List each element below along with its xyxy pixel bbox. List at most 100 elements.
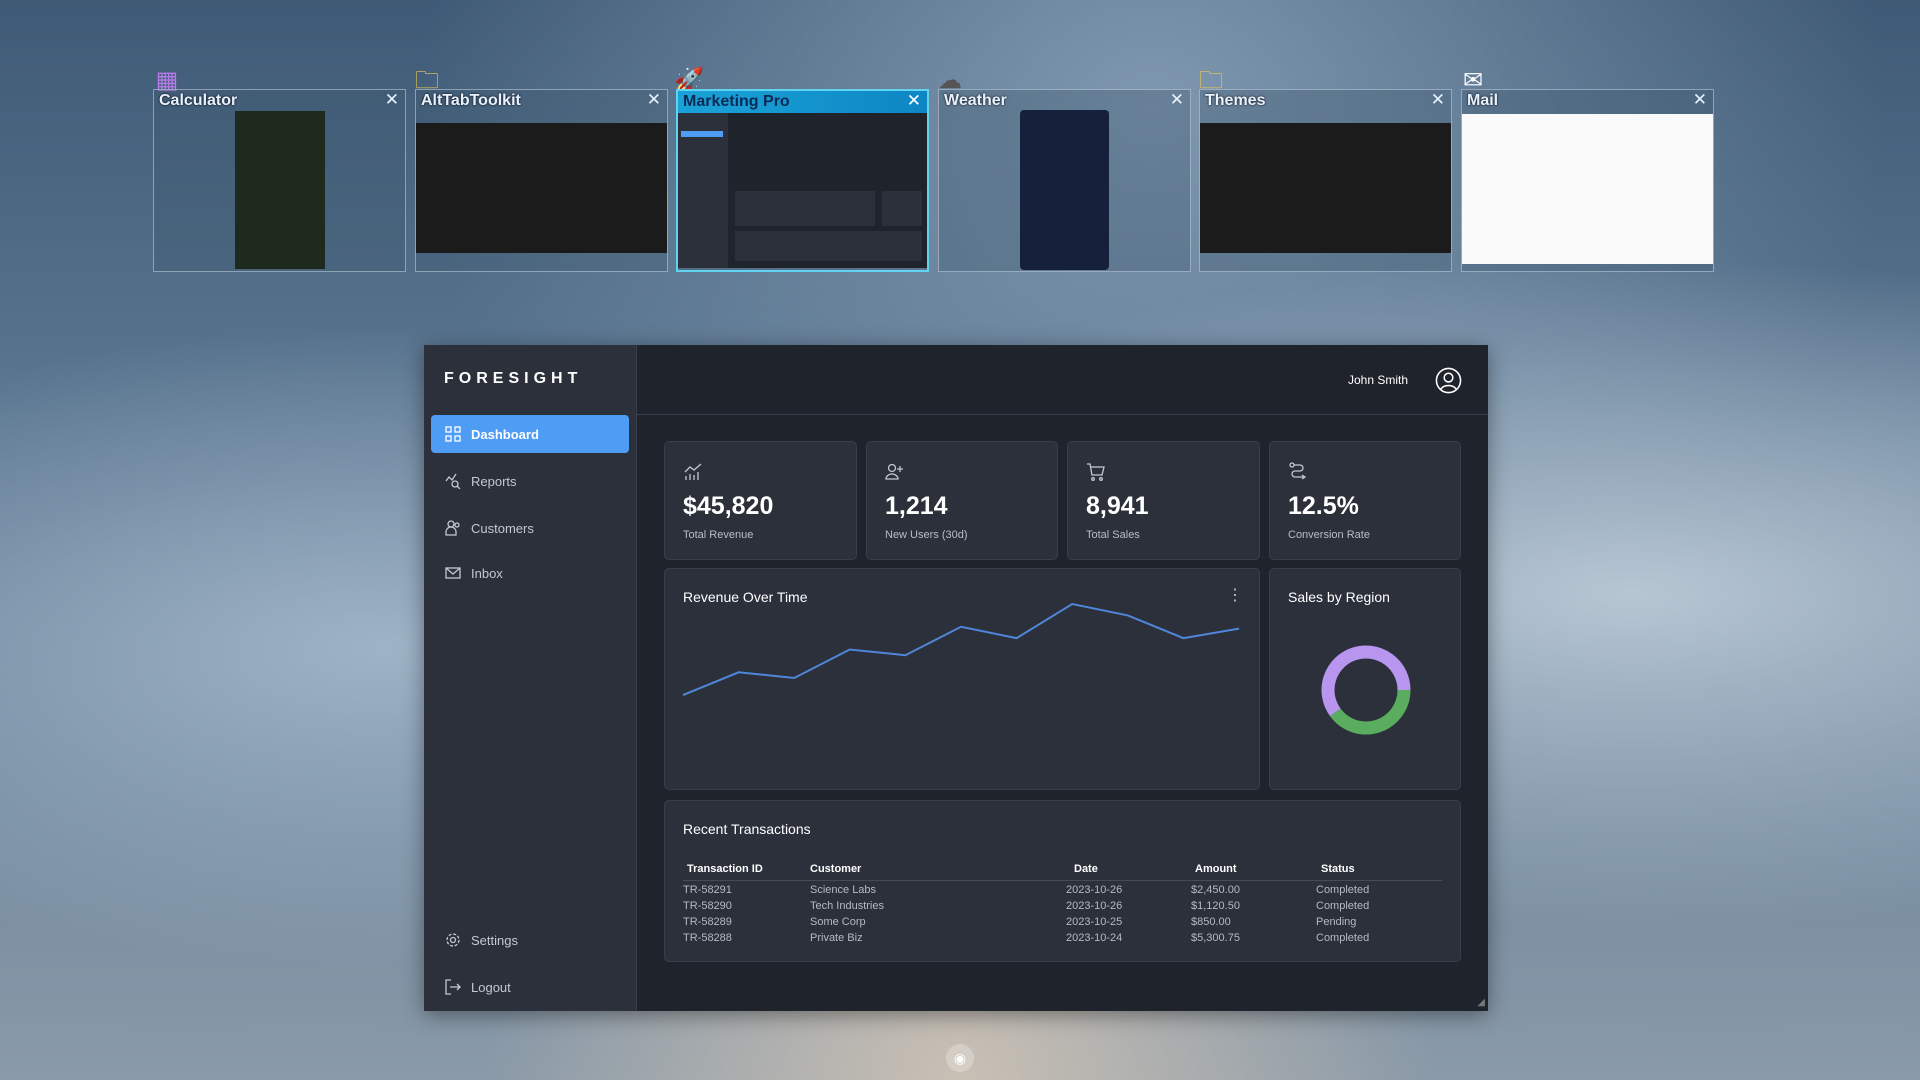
donut-slice <box>1328 652 1404 712</box>
table-cell: Completed <box>1316 900 1369 912</box>
kpi-value: 8,941 <box>1086 492 1149 521</box>
window-title: Mail <box>1467 92 1498 110</box>
table-cell: TR-58290 <box>683 900 732 912</box>
table-cell: 2023-10-26 <box>1066 884 1122 896</box>
window-thumbnail-mail[interactable]: Mail ✕ <box>1461 89 1714 272</box>
kpi-label: Total Sales <box>1086 529 1140 541</box>
table-cell: Science Labs <box>810 884 876 896</box>
recent-transactions-card: Recent Transactions Transaction ID Custom… <box>664 800 1461 962</box>
table-cell: TR-58288 <box>683 932 732 944</box>
kpi-value: 1,214 <box>885 492 948 521</box>
table-divider <box>683 880 1442 881</box>
resize-grip-icon[interactable]: ◢ <box>1477 997 1485 1008</box>
table-cell: $5,300.75 <box>1191 932 1240 944</box>
close-icon[interactable]: ✕ <box>647 90 661 110</box>
close-icon[interactable]: ✕ <box>385 90 399 110</box>
brand-logo: FORESIGHT <box>444 370 582 388</box>
user-name: John Smith <box>1348 373 1408 387</box>
table-cell: TR-58289 <box>683 916 732 928</box>
window-thumbnail-calculator[interactable]: Calculator ✕ <box>153 89 406 272</box>
eye-icon[interactable]: ◉ <box>946 1044 974 1072</box>
column-header[interactable]: Customer <box>810 863 861 875</box>
user-avatar-icon[interactable] <box>1435 367 1462 394</box>
table-cell: Pending <box>1316 916 1356 928</box>
close-icon[interactable]: ✕ <box>907 91 921 111</box>
table-cell: $1,120.50 <box>1191 900 1240 912</box>
sidebar-item-customers[interactable]: Customers <box>431 509 629 547</box>
sidebar-item-inbox[interactable]: Inbox <box>431 554 629 592</box>
window-thumbnail-marketing-pro[interactable]: Marketing Pro ✕ <box>676 89 929 272</box>
column-header[interactable]: Transaction ID <box>687 863 763 875</box>
foresight-app-window: FORESIGHT Dashboard Reports Customers In… <box>424 345 1488 1011</box>
kpi-value: 12.5% <box>1288 492 1359 521</box>
kpi-card-revenue: $45,820 Total Revenue <box>664 441 857 560</box>
table-cell: 2023-10-25 <box>1066 916 1122 928</box>
window-title: Weather <box>944 92 1007 110</box>
window-thumbnail-themes[interactable]: Themes ✕ <box>1199 89 1452 272</box>
window-preview <box>235 111 325 269</box>
sidebar-item-label: Settings <box>471 933 518 948</box>
window-title: AltTabToolkit <box>421 92 521 110</box>
sidebar-item-label: Reports <box>471 474 517 489</box>
window-preview <box>1462 114 1713 264</box>
window-title: Calculator <box>159 92 237 110</box>
sidebar: FORESIGHT Dashboard Reports Customers In… <box>424 345 637 1011</box>
table-cell: $850.00 <box>1191 916 1231 928</box>
close-icon[interactable]: ✕ <box>1170 90 1184 110</box>
revenue-chart-card: Revenue Over Time ⋮ <box>664 568 1260 790</box>
dashboard-icon <box>445 426 461 442</box>
window-preview <box>1020 110 1109 270</box>
top-header: John Smith <box>637 345 1488 415</box>
shopping-cart-icon <box>1086 462 1106 482</box>
close-icon[interactable]: ✕ <box>1431 90 1445 110</box>
gear-icon <box>445 932 461 948</box>
table-cell: Some Corp <box>810 916 866 928</box>
region-donut-chart <box>1270 569 1462 791</box>
kpi-card-conversion: 12.5% Conversion Rate <box>1269 441 1461 560</box>
table-cell: Completed <box>1316 932 1369 944</box>
sidebar-item-label: Logout <box>471 980 511 995</box>
kpi-value: $45,820 <box>683 492 773 521</box>
logout-icon <box>445 979 461 995</box>
sidebar-item-settings[interactable]: Settings <box>431 921 629 959</box>
close-icon[interactable]: ✕ <box>1693 90 1707 110</box>
kpi-label: New Users (30d) <box>885 529 968 541</box>
sidebar-item-reports[interactable]: Reports <box>431 462 629 500</box>
sidebar-item-label: Dashboard <box>471 427 539 442</box>
donut-slice <box>1335 690 1404 728</box>
sidebar-item-dashboard[interactable]: Dashboard <box>431 415 629 453</box>
conversion-route-icon <box>1288 462 1308 482</box>
table-cell: 2023-10-26 <box>1066 900 1122 912</box>
add-user-icon <box>885 462 905 482</box>
revenue-line-chart <box>665 569 1261 791</box>
sidebar-item-label: Customers <box>471 521 534 536</box>
window-title: Marketing Pro <box>683 93 790 111</box>
table-cell: TR-58291 <box>683 884 732 896</box>
window-preview <box>1200 123 1451 253</box>
mail-icon <box>445 565 461 581</box>
kpi-label: Conversion Rate <box>1288 529 1370 541</box>
window-title: Themes <box>1205 92 1265 110</box>
window-preview <box>678 113 927 268</box>
window-thumbnail-weather[interactable]: Weather ✕ <box>938 89 1191 272</box>
table-cell: Tech Industries <box>810 900 884 912</box>
kpi-card-new-users: 1,214 New Users (30d) <box>866 441 1058 560</box>
sales-by-region-card: Sales by Region <box>1269 568 1461 790</box>
sidebar-item-logout[interactable]: Logout <box>431 968 629 1006</box>
column-header[interactable]: Status <box>1321 863 1355 875</box>
reports-icon <box>445 473 461 489</box>
table-cell: 2023-10-24 <box>1066 932 1122 944</box>
window-preview <box>416 123 667 253</box>
column-header[interactable]: Date <box>1074 863 1098 875</box>
table-title: Recent Transactions <box>683 821 811 837</box>
chart-growth-icon <box>683 462 703 482</box>
kpi-card-sales: 8,941 Total Sales <box>1067 441 1260 560</box>
table-cell: Private Biz <box>810 932 863 944</box>
sidebar-item-label: Inbox <box>471 566 503 581</box>
customers-icon <box>445 520 461 536</box>
window-thumbnail-alttabtoolkit[interactable]: AltTabToolkit ✕ <box>415 89 668 272</box>
table-cell: $2,450.00 <box>1191 884 1240 896</box>
table-cell: Completed <box>1316 884 1369 896</box>
revenue-series-line <box>683 604 1239 695</box>
column-header[interactable]: Amount <box>1195 863 1237 875</box>
